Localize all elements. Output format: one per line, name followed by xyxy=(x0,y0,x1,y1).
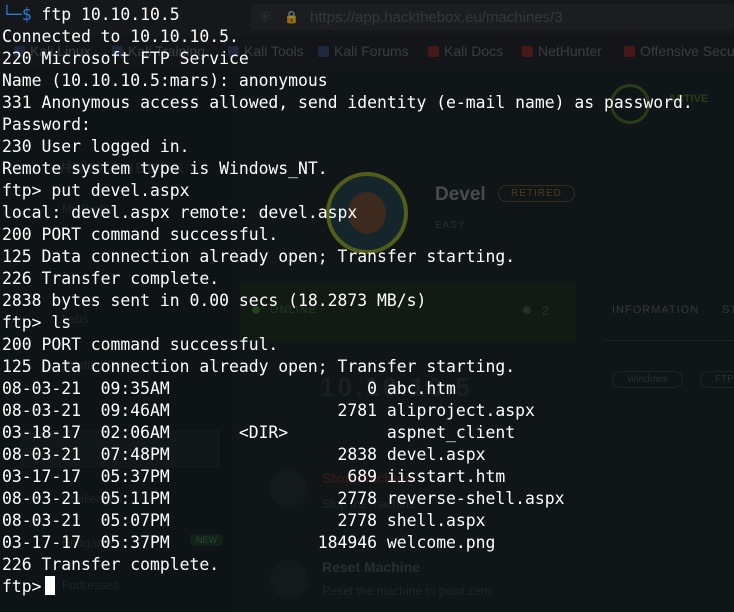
listing-row: 08-03-21 07:48PM 2838 devel.aspx xyxy=(2,445,486,464)
output-line: Connected to 10.10.10.5. xyxy=(2,27,239,46)
output-line: Password: xyxy=(2,115,91,134)
text-cursor xyxy=(45,576,56,595)
prompt-prefix: └─$ xyxy=(2,5,32,24)
output-line: local: devel.aspx remote: devel.aspx xyxy=(2,203,358,222)
output-line: 226 Transfer complete. xyxy=(2,269,220,288)
listing-row: 08-03-21 05:07PM 2778 shell.aspx xyxy=(2,511,486,530)
output-line: 200 PORT command successful. xyxy=(2,335,279,354)
output-line: 226 Transfer complete. xyxy=(2,555,220,574)
command-line: ftp> ls xyxy=(2,313,72,332)
ftp-prompt: ftp> xyxy=(2,577,42,596)
output-line: 200 PORT command successful. xyxy=(2,225,279,244)
listing-row: 03-17-17 05:37PM 184946 welcome.png xyxy=(2,533,496,552)
listing-row: 03-18-17 02:06AM <DIR> aspnet_client xyxy=(2,423,516,442)
current-prompt-line[interactable]: ftp> xyxy=(2,576,56,598)
listing-row: 08-03-21 09:46AM 2781 aliproject.aspx xyxy=(2,401,535,420)
output-line: Remote system type is Windows_NT. xyxy=(2,159,328,178)
output-line: 220 Microsoft FTP Service xyxy=(2,49,249,68)
output-line: Name (10.10.10.5:mars): anonymous xyxy=(2,71,328,90)
output-line: 230 User logged in. xyxy=(2,137,190,156)
terminal-window[interactable]: └─$ ftp 10.10.10.5 Connected to 10.10.10… xyxy=(0,0,734,612)
listing-row: 03-17-17 05:37PM 689 iisstart.htm xyxy=(2,467,506,486)
output-line: 125 Data connection already open; Transf… xyxy=(2,357,516,376)
output-line: 331 Anonymous access allowed, send ident… xyxy=(2,93,693,112)
output-line: 2838 bytes sent in 0.00 secs (18.2873 MB… xyxy=(2,291,427,310)
output-line: 125 Data connection already open; Transf… xyxy=(2,247,516,266)
listing-row: 08-03-21 09:35AM 0 abc.htm xyxy=(2,379,456,398)
shell-prompt-line: └─$ ftp 10.10.10.5 xyxy=(2,4,180,26)
command-line: ftp> put devel.aspx xyxy=(2,181,190,200)
first-command: ftp 10.10.10.5 xyxy=(41,5,180,24)
listing-row: 08-03-21 05:11PM 2778 reverse-shell.aspx xyxy=(2,489,565,508)
